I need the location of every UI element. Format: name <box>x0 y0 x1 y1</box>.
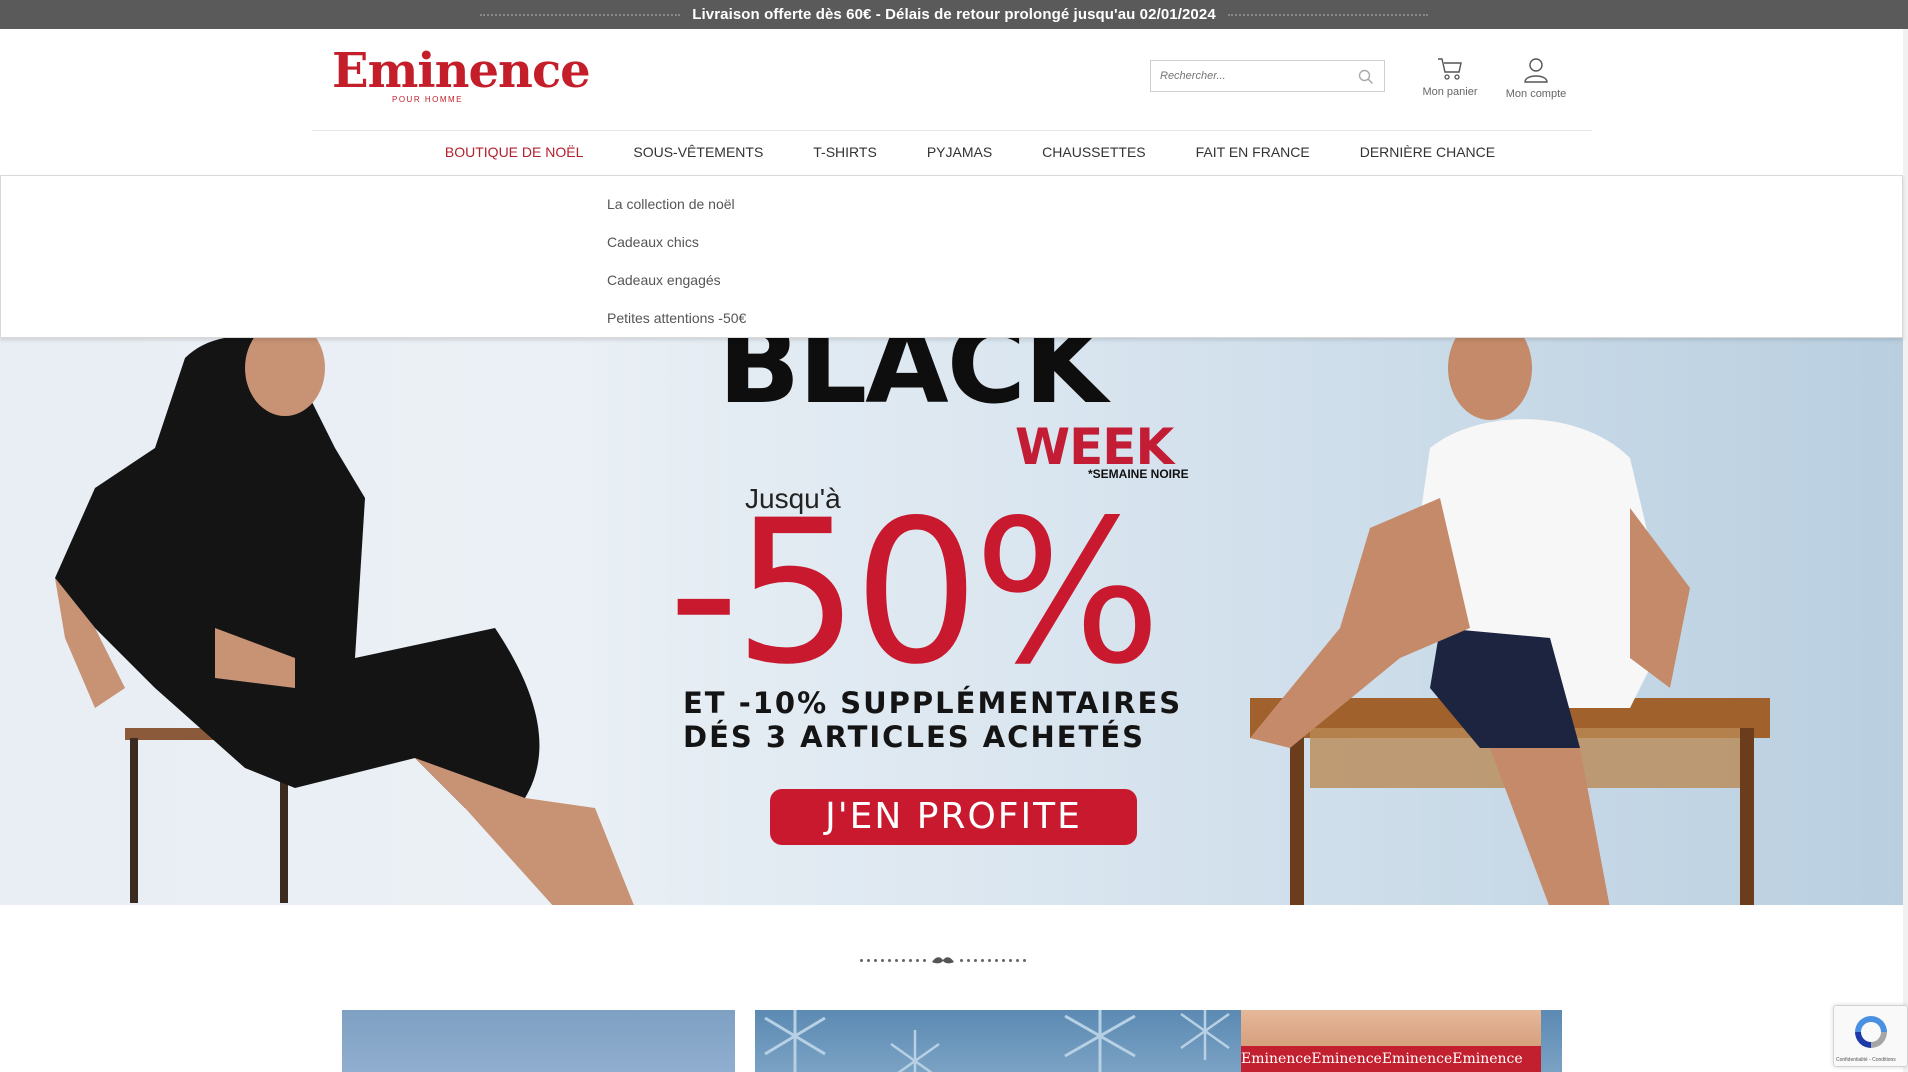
hero-offer-line-1: ET -10% SUPPLÉMENTAIRES <box>683 686 1183 720</box>
page-scrollbar[interactable] <box>1903 29 1908 1072</box>
cart-label: Mon panier <box>1422 86 1478 98</box>
search-input[interactable] <box>1151 61 1351 91</box>
hero-model-right-image <box>1250 338 1770 905</box>
announcement-rule-right <box>1227 13 1428 16</box>
hero-black-title: BLACK <box>718 338 1108 428</box>
hero-week-title: WEEK <box>1015 418 1174 476</box>
nav-item-pyjamas[interactable]: PYJAMAS <box>927 130 992 174</box>
promo-tile-right-image[interactable]: EminenceEminenceEminenceEminence <box>755 1010 1562 1072</box>
promo-model-torso <box>1241 1010 1541 1046</box>
announcement-bar: Livraison offerte dès 60€ - Délais de re… <box>0 0 1908 29</box>
snowflake-icon <box>764 1010 826 1072</box>
brand-logo[interactable]: Eminence POUR HOMME <box>332 43 591 107</box>
dropdown-item-petites-attentions[interactable]: Petites attentions -50€ <box>607 310 746 326</box>
section-divider-ornament <box>860 950 1026 970</box>
nav-dropdown-menu: La collection de noël Cadeaux chics Cade… <box>0 175 1903 338</box>
hero-discount-percent: -50% <box>668 477 1162 708</box>
hero-offer-line-2: DÉS 3 ARTICLES ACHETÉS <box>683 720 1146 754</box>
nav-item-sous-vetements[interactable]: SOUS-VÊTEMENTS <box>633 130 763 174</box>
nav-item-chaussettes[interactable]: CHAUSSETTES <box>1042 130 1145 174</box>
user-icon <box>1524 58 1548 83</box>
cart-link[interactable]: Mon panier <box>1410 56 1490 98</box>
dropdown-item-cadeaux-engages[interactable]: Cadeaux engagés <box>607 272 721 288</box>
snowflake-icon <box>890 1030 940 1072</box>
nav-item-t-shirts[interactable]: T-SHIRTS <box>813 130 877 174</box>
dropdown-item-collection-noel[interactable]: La collection de noël <box>607 196 735 212</box>
nav-item-derniere-chance[interactable]: DERNIÈRE CHANCE <box>1360 130 1495 174</box>
cart-icon <box>1438 58 1462 80</box>
announcement-text: Livraison offerte dès 60€ - Délais de re… <box>692 6 1216 23</box>
snowflake-icon <box>1064 1010 1136 1072</box>
nav-item-boutique-de-noel[interactable]: BOUTIQUE DE NOËL <box>445 130 583 174</box>
site-header: Eminence POUR HOMME Mon panier Mon co <box>0 29 1908 131</box>
main-nav: BOUTIQUE DE NOËL SOUS-VÊTEMENTS T-SHIRTS… <box>0 130 1908 174</box>
search-icon[interactable] <box>1358 69 1374 85</box>
recaptcha-icon <box>1855 1016 1887 1048</box>
dropdown-item-cadeaux-chics[interactable]: Cadeaux chics <box>607 234 699 250</box>
hero-banner[interactable]: BLACK WEEK *SEMAINE NOIRE Jusqu'à -50% E… <box>0 338 1903 905</box>
search-box <box>1150 60 1385 92</box>
brand-name: Eminence <box>332 43 591 99</box>
promo-tile-left-image[interactable] <box>342 1010 735 1072</box>
ornament-icon <box>932 957 954 964</box>
hero-cta-button[interactable]: J'EN PROFITE <box>770 789 1137 845</box>
nav-item-fait-en-france[interactable]: FAIT EN FRANCE <box>1196 130 1310 174</box>
page: Livraison offerte dès 60€ - Délais de re… <box>0 0 1908 1072</box>
promo-waistband-text: EminenceEminenceEminenceEminence <box>1241 1046 1541 1072</box>
recaptcha-text[interactable]: Confidentialité - Conditions <box>1836 1057 1896 1063</box>
account-label: Mon compte <box>1505 88 1567 100</box>
announcement-rule-left <box>480 13 681 16</box>
recaptcha-badge[interactable]: Confidentialité - Conditions <box>1833 1005 1908 1067</box>
brand-tagline: POUR HOMME <box>392 95 463 104</box>
account-link[interactable]: Mon compte <box>1496 56 1576 100</box>
snowflake-icon <box>1180 1010 1230 1060</box>
hero-model-left-image <box>55 338 634 905</box>
